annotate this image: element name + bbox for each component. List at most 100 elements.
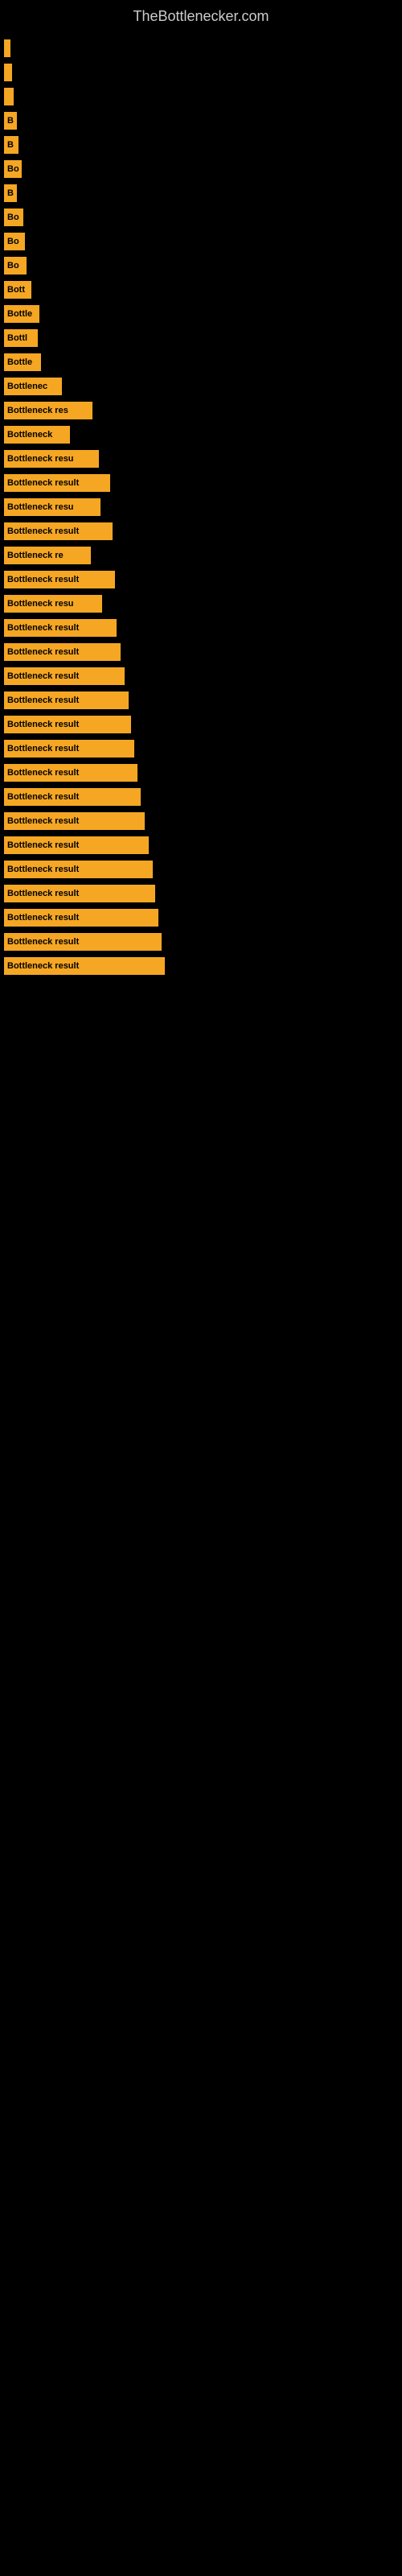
bar-label: Bottleneck res [7, 406, 68, 415]
bar-label: B [7, 188, 14, 198]
bars-container: BBBoBBoBoBoBottBottleBottlBottleBottlene… [0, 29, 402, 987]
bar-label: Bo [7, 237, 19, 246]
bar-label: Bottleneck re [7, 551, 64, 560]
bar: Bottleneck result [4, 909, 158, 927]
bar-label: Bottleneck result [7, 526, 79, 536]
bar: Bottle [4, 353, 41, 371]
bar-row [4, 85, 394, 108]
bar-row: B [4, 134, 394, 156]
bar-label: Bottleneck result [7, 768, 79, 778]
bar-row: Bottle [4, 351, 394, 374]
bar-label: Bottleneck result [7, 840, 79, 850]
bar-label: Bottleneck result [7, 696, 79, 705]
bar: Bottleneck result [4, 716, 131, 733]
bar: Bottleneck result [4, 571, 115, 588]
bar: Bottleneck resu [4, 595, 102, 613]
bar-row: B [4, 109, 394, 132]
bar [4, 64, 12, 81]
bar-row: Bottleneck result [4, 520, 394, 543]
bar-label: Bottleneck result [7, 792, 79, 802]
bar-row: Bottleneck result [4, 762, 394, 784]
bar-row [4, 61, 394, 84]
bar-row: Bottleneck result [4, 955, 394, 977]
bar: B [4, 184, 17, 202]
bar-row: Bottleneck [4, 423, 394, 446]
bar-label: Bottl [7, 333, 27, 343]
bar-row: Bottleneck result [4, 713, 394, 736]
bar: Bottleneck resu [4, 450, 99, 468]
bar: Bo [4, 257, 27, 275]
bar: Bottleneck result [4, 522, 113, 540]
bar-row: Bott [4, 279, 394, 301]
bar: Bottleneck result [4, 474, 110, 492]
bar: Bottleneck result [4, 619, 117, 637]
bar-label: Bottleneck result [7, 575, 79, 584]
bar-label: Bottleneck result [7, 671, 79, 681]
bar-row: Bo [4, 206, 394, 229]
bar: Bottleneck result [4, 788, 141, 806]
bar-label: Bottleneck result [7, 913, 79, 923]
bar-label: Bottleneck resu [7, 502, 74, 512]
bar-row: Bottleneck result [4, 786, 394, 808]
bar-row: Bottleneck result [4, 617, 394, 639]
bar-row: Bottleneck result [4, 810, 394, 832]
bar-label: Bottle [7, 357, 32, 367]
bar-row: Bottleneck res [4, 399, 394, 422]
bar: Bottleneck resu [4, 498, 100, 516]
bar-label: Bottleneck result [7, 720, 79, 729]
bar-row: Bottleneck result [4, 472, 394, 494]
bar-label: Bottleneck resu [7, 454, 74, 464]
bar: Bottleneck result [4, 691, 129, 709]
bar: Bottleneck [4, 426, 70, 444]
bar-label: B [7, 140, 14, 150]
site-title: TheBottlenecker.com [0, 0, 402, 29]
bar-row: Bo [4, 254, 394, 277]
bar: Bottleneck result [4, 764, 137, 782]
bar-row: Bottleneck result [4, 834, 394, 857]
bar-row: Bo [4, 158, 394, 180]
bar: Bottleneck result [4, 836, 149, 854]
bar-label: Bottleneck result [7, 889, 79, 898]
bar-row: Bottl [4, 327, 394, 349]
bar: Bottleneck result [4, 812, 145, 830]
bar-row: Bottleneck result [4, 665, 394, 687]
bar-label: Bo [7, 164, 19, 174]
bar-row: Bottleneck result [4, 882, 394, 905]
bar: Bott [4, 281, 31, 299]
bar-row: Bottlenec [4, 375, 394, 398]
bar-row: Bo [4, 230, 394, 253]
bar-row: B [4, 182, 394, 204]
bar-row [4, 37, 394, 60]
bar-label: Bottleneck result [7, 865, 79, 874]
bar: Bottle [4, 305, 39, 323]
bar-label: Bottleneck [7, 430, 52, 440]
bar-label: Bottle [7, 309, 32, 319]
bar-label: Bottleneck result [7, 623, 79, 633]
bar: Bo [4, 208, 23, 226]
bar: B [4, 112, 17, 130]
bar-label: Bottlenec [7, 382, 47, 391]
bar: Bottleneck re [4, 547, 91, 564]
bar-label: Bo [7, 261, 19, 270]
bar [4, 39, 10, 57]
bar: Bo [4, 160, 22, 178]
bar: Bottleneck result [4, 667, 125, 685]
bar-row: Bottleneck result [4, 641, 394, 663]
bar: Bottleneck res [4, 402, 92, 419]
bar-label: Bottleneck result [7, 478, 79, 488]
bar-label: Bottleneck result [7, 961, 79, 971]
bar: Bottleneck result [4, 933, 162, 951]
bar-row: Bottleneck result [4, 568, 394, 591]
bar-label: Bottleneck result [7, 816, 79, 826]
bar: Bottleneck result [4, 740, 134, 758]
bar [4, 88, 14, 105]
bar-label: Bottleneck resu [7, 599, 74, 609]
bar: Bo [4, 233, 25, 250]
bar-label: Bott [7, 285, 25, 295]
bar: Bottleneck result [4, 957, 165, 975]
bar-row: Bottleneck result [4, 737, 394, 760]
bar-label: Bottleneck result [7, 647, 79, 657]
bar-row: Bottleneck result [4, 906, 394, 929]
bar: Bottleneck result [4, 885, 155, 902]
bar-row: Bottleneck resu [4, 592, 394, 615]
